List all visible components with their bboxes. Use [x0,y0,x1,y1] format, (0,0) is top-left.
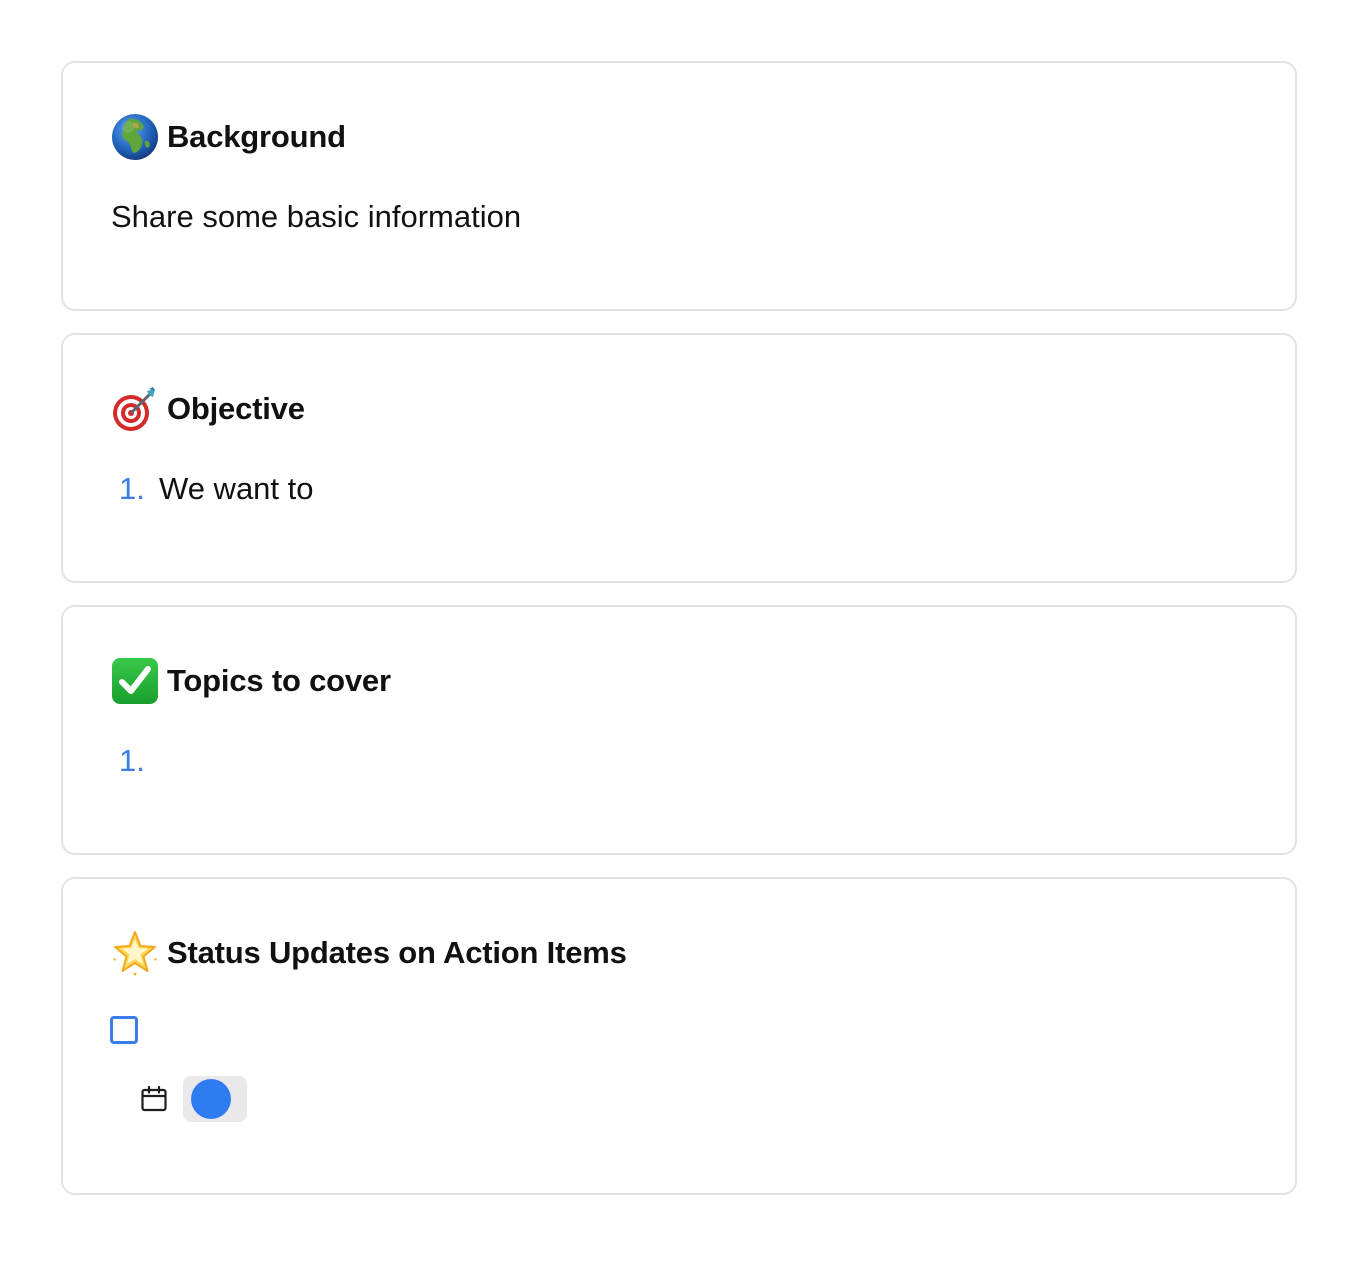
list-number: 1. [119,743,145,778]
background-heading: Background [111,113,346,161]
status-updates-block[interactable]: Status Updates on Action Items [61,877,1297,1195]
glowing-star-icon [111,929,159,977]
objective-title: Objective [167,391,305,426]
topics-heading: Topics to cover [111,657,391,705]
background-block[interactable]: Background Share some basic information [61,61,1297,311]
background-title: Background [167,119,346,154]
globe-icon [111,113,159,161]
task-meta-row [139,1076,247,1122]
topics-list-item[interactable]: 1. [119,743,159,779]
task-checkbox[interactable] [110,1016,138,1044]
objective-list-item[interactable]: 1. We want to [119,471,314,507]
check-mark-button-icon [111,657,159,705]
background-body-text[interactable]: Share some basic information [111,199,521,235]
topics-title: Topics to cover [167,663,391,698]
assignee-chip[interactable] [183,1076,247,1122]
status-heading: Status Updates on Action Items [111,929,627,977]
action-item-task[interactable] [110,1016,138,1044]
objective-block[interactable]: Objective 1. We want to [61,333,1297,583]
topics-block[interactable]: Topics to cover 1. [61,605,1297,855]
document-page: Background Share some basic information … [0,0,1360,1276]
status-title: Status Updates on Action Items [167,935,627,970]
list-number: 1. [119,471,145,506]
avatar [191,1079,231,1119]
list-item-text[interactable]: We want to [159,471,314,507]
calendar-icon[interactable] [139,1084,169,1114]
objective-heading: Objective [111,385,305,433]
dart-target-icon [111,385,159,433]
